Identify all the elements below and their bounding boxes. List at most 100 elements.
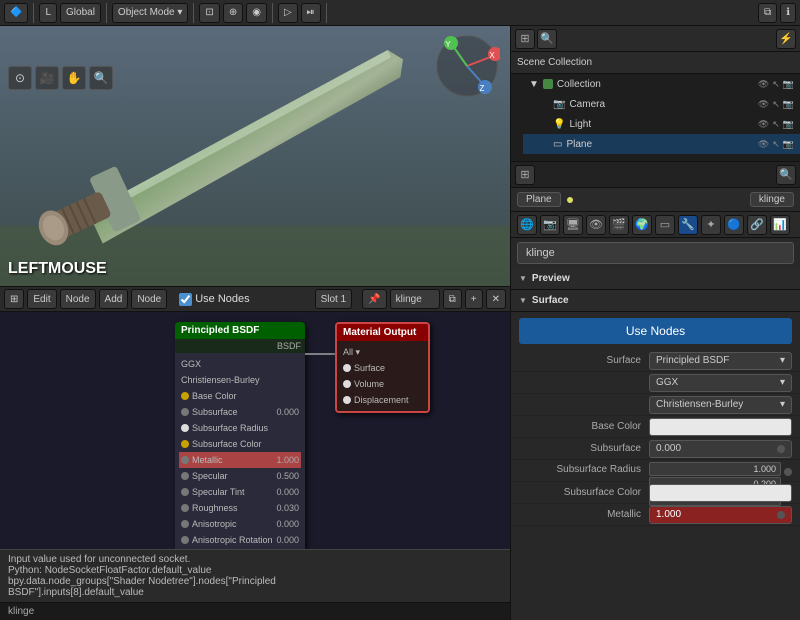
workspace-btn[interactable]: L	[39, 3, 57, 23]
viewport[interactable]: ⊙ 🎥 ✋ 🔍 X Y Z LEFTMOUSE	[0, 26, 510, 286]
camera-controls: 👁 ↖ 📷	[758, 99, 794, 110]
camera-eye-icon[interactable]: 👁	[758, 99, 769, 110]
node-editor-type-btn[interactable]: ⊞	[4, 289, 24, 309]
use-nodes-button[interactable]: Use Nodes	[519, 318, 792, 344]
cursor-icon[interactable]: ↖	[772, 79, 780, 90]
subrad-r[interactable]: 1.000	[649, 462, 781, 476]
editor-layout-btn[interactable]: ⧉	[758, 3, 777, 23]
plane-eye-icon[interactable]: 👁	[758, 139, 769, 150]
surface-header[interactable]: Surface	[511, 290, 800, 312]
proportional-btn[interactable]: ◉	[246, 3, 267, 23]
bsdf-row-subsurface: Subsurface 0.000	[179, 404, 301, 420]
mat-icon-particles[interactable]: ✦	[701, 215, 721, 235]
sep1	[33, 3, 34, 23]
metallic-dot	[777, 511, 785, 519]
mat-icon-modifier[interactable]: 🔧	[678, 215, 698, 235]
eye-icon[interactable]: 👁	[758, 79, 769, 90]
node-close-btn[interactable]: ✕	[486, 289, 506, 309]
prop-object-bar: Plane klinge	[511, 188, 800, 212]
plane-render-icon[interactable]: 📷	[783, 139, 794, 150]
bsdf-row-spectint: Specular Tint 0.000	[179, 484, 301, 500]
node-edit-btn[interactable]: Edit	[27, 289, 56, 309]
material-name-btn[interactable]: klinge	[390, 289, 440, 309]
cb-value[interactable]: Christiensen-Burley ▾	[649, 396, 792, 414]
mat-icon-scene2[interactable]: 🎬	[609, 215, 629, 235]
mat-icon-physics[interactable]: 🔵	[724, 215, 744, 235]
slot-btn[interactable]: Slot 1	[315, 289, 353, 309]
plane-sel-icon[interactable]: ↖	[772, 139, 780, 150]
material-pin-btn[interactable]: 📌	[362, 289, 386, 309]
mat-icon-world[interactable]: 🌍	[632, 215, 652, 235]
output-surface: Surface	[341, 360, 424, 376]
node-node-btn[interactable]: Node	[60, 289, 96, 309]
mat-icon-data[interactable]: 📊	[770, 215, 790, 235]
metallic-value[interactable]: 1.000	[649, 506, 792, 524]
camera-render-icon[interactable]: 📷	[783, 99, 794, 110]
basecolor-value[interactable]	[649, 418, 792, 436]
render-vis-icon[interactable]: 📷	[783, 79, 794, 90]
collection-controls: 👁 ↖ 📷	[758, 79, 794, 90]
ggx-dropdown-arrow: ▾	[780, 377, 785, 388]
nav-gizmo[interactable]: X Y Z	[435, 34, 500, 99]
prop-object-btn[interactable]: Plane	[517, 192, 561, 207]
render-anim-btn[interactable]: ⏯	[301, 3, 321, 23]
render-btn[interactable]: ▷	[278, 3, 298, 23]
right-filter-btn[interactable]: ⚡	[776, 29, 796, 49]
use-nodes-checkbox[interactable]	[179, 293, 192, 306]
sep4	[272, 3, 273, 23]
outliner-collection[interactable]: ▼ Collection 👁 ↖ 📷	[511, 74, 800, 94]
node-node2-btn[interactable]: Node	[131, 289, 167, 309]
scene-collection-label: Scene Collection	[517, 57, 592, 68]
prop-tab-icons[interactable]: ⊞	[515, 165, 535, 185]
mat-icon-render[interactable]: 📷	[540, 215, 560, 235]
camera-sel-icon[interactable]: ↖	[772, 99, 780, 110]
bsdf-row-basecolor: Base Color	[179, 388, 301, 404]
outliner-camera[interactable]: 📷 Camera 👁 ↖ 📷	[523, 94, 800, 114]
right-search-btn[interactable]: 🔍	[537, 29, 557, 49]
mat-icon-constraints[interactable]: 🔗	[747, 215, 767, 235]
object-mode-btn[interactable]: Object Mode ▾	[112, 3, 189, 23]
right-view-btn[interactable]: ⊞	[515, 29, 535, 49]
viewport-zoom-icon[interactable]: 🔍	[89, 66, 113, 90]
klinge-name-field[interactable]: klinge	[517, 242, 794, 264]
surface-value[interactable]: Principled BSDF ▾	[649, 352, 792, 370]
select-mode-btn[interactable]: ⊡	[199, 3, 219, 23]
preview-header[interactable]: Preview	[511, 268, 800, 290]
prop-tabs: ⊞ 🔍	[511, 162, 800, 188]
subsurface-value[interactable]: 0.000	[649, 440, 792, 458]
status-bar: klinge	[0, 602, 510, 620]
node-add-btn[interactable]: Add	[99, 289, 129, 309]
subcol-value[interactable]	[649, 484, 792, 502]
svg-text:X: X	[489, 51, 495, 60]
prop-search[interactable]: 🔍	[776, 165, 796, 185]
node-copy-btn[interactable]: ⧉	[443, 289, 462, 309]
outliner-light[interactable]: 💡 Light 👁 ↖ 📷	[523, 114, 800, 134]
viewport-sphere-icon[interactable]: ⊙	[8, 66, 32, 90]
mat-icon-scene[interactable]: 🌐	[517, 215, 537, 235]
sep5	[326, 3, 327, 23]
light-sel-icon[interactable]: ↖	[772, 119, 780, 130]
blender-menu[interactable]: 🔷	[4, 3, 28, 23]
mat-icon-output[interactable]: 🖥	[563, 215, 583, 235]
outliner-plane[interactable]: ▭ Plane 👁 ↖ 📷	[523, 134, 800, 154]
mat-icon-obj[interactable]: ▭	[655, 215, 675, 235]
viewport-hand-icon[interactable]: ✋	[62, 66, 86, 90]
right-panel: ⊞ 🔍 ⚡ Scene Collection ▼ Collection 👁 ↖ …	[510, 26, 800, 620]
surface-dropdown-val: Principled BSDF	[656, 355, 729, 366]
snap-btn[interactable]: ⊕	[223, 3, 243, 23]
ggx-value[interactable]: GGX ▾	[649, 374, 792, 392]
info-btn[interactable]: ℹ	[780, 3, 796, 23]
nodes-canvas[interactable]: Principled BSDF BSDF GGX Christiensen-Bu…	[0, 312, 510, 602]
surface-dropdown-arrow: ▾	[780, 355, 785, 366]
collection-color-icon	[543, 79, 553, 89]
viewport-camera-icon[interactable]: 🎥	[35, 66, 59, 90]
left-panel: ⊙ 🎥 ✋ 🔍 X Y Z LEFTMOUSE	[0, 26, 510, 620]
light-eye-icon[interactable]: 👁	[758, 119, 769, 130]
prop-material-btn[interactable]: klinge	[750, 192, 794, 207]
light-render-icon[interactable]: 📷	[783, 119, 794, 130]
bsdf-row-specular: Specular 0.500	[179, 468, 301, 484]
node-add-mat-btn[interactable]: +	[465, 289, 483, 309]
global-btn[interactable]: Global	[60, 3, 101, 23]
mat-icon-view[interactable]: 👁	[586, 215, 606, 235]
material-output-node[interactable]: Material Output All ▾ Surface Volume Dis…	[335, 322, 430, 413]
